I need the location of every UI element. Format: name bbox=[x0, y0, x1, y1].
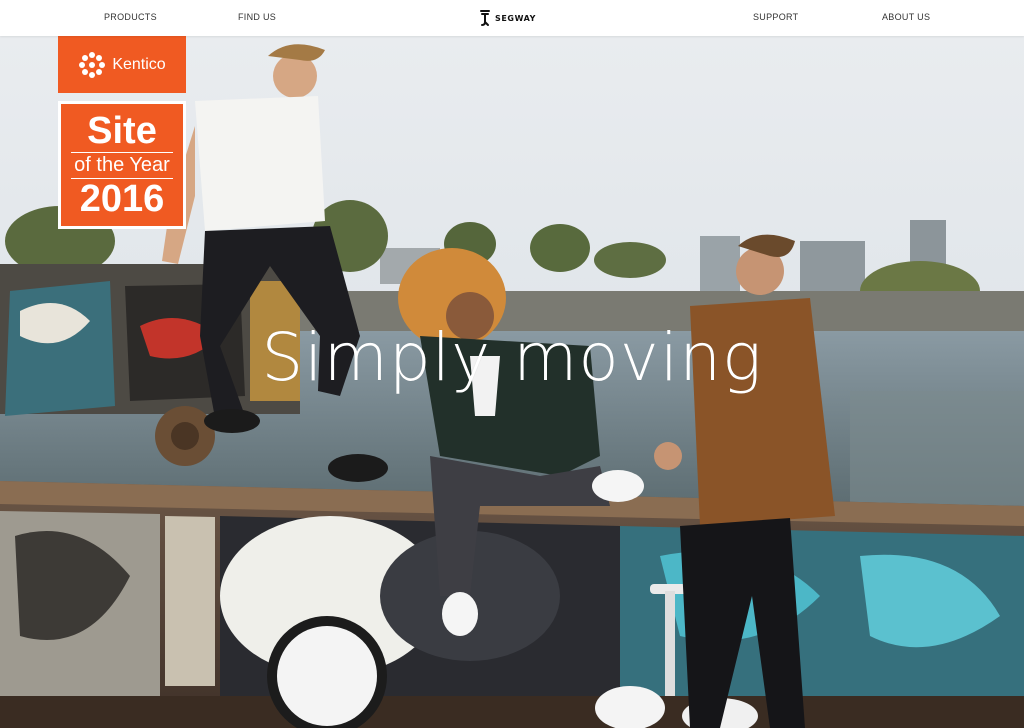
nav-find-us[interactable]: FIND US bbox=[238, 12, 276, 22]
award-label: Site of the Year 2016 bbox=[58, 101, 186, 229]
logo-wordmark: SEGWAY bbox=[495, 13, 537, 23]
kentico-site-of-the-year-badge[interactable]: Kentico Site of the Year 2016 bbox=[58, 36, 186, 229]
kentico-logo: Kentico bbox=[58, 36, 186, 93]
nav-support[interactable]: SUPPORT bbox=[753, 12, 798, 22]
kentico-flower-icon bbox=[79, 51, 106, 78]
top-navigation: PRODUCTS FIND US SEGWAY SUPPORT ABOUT US bbox=[0, 0, 1024, 36]
nav-about-us[interactable]: ABOUT US bbox=[882, 12, 930, 22]
hero-headline: Simply moving bbox=[261, 319, 763, 396]
segway-mark-icon bbox=[480, 10, 490, 26]
kentico-brand-text: Kentico bbox=[112, 55, 166, 73]
hero-section: Kentico Site of the Year 2016 Simply mov… bbox=[0, 36, 1024, 728]
award-of-the-year-text: of the Year bbox=[74, 154, 170, 176]
award-site-text: Site bbox=[87, 110, 157, 152]
segway-logo[interactable]: SEGWAY bbox=[478, 9, 536, 27]
award-year-text: 2016 bbox=[79, 178, 165, 220]
nav-products[interactable]: PRODUCTS bbox=[104, 12, 157, 22]
